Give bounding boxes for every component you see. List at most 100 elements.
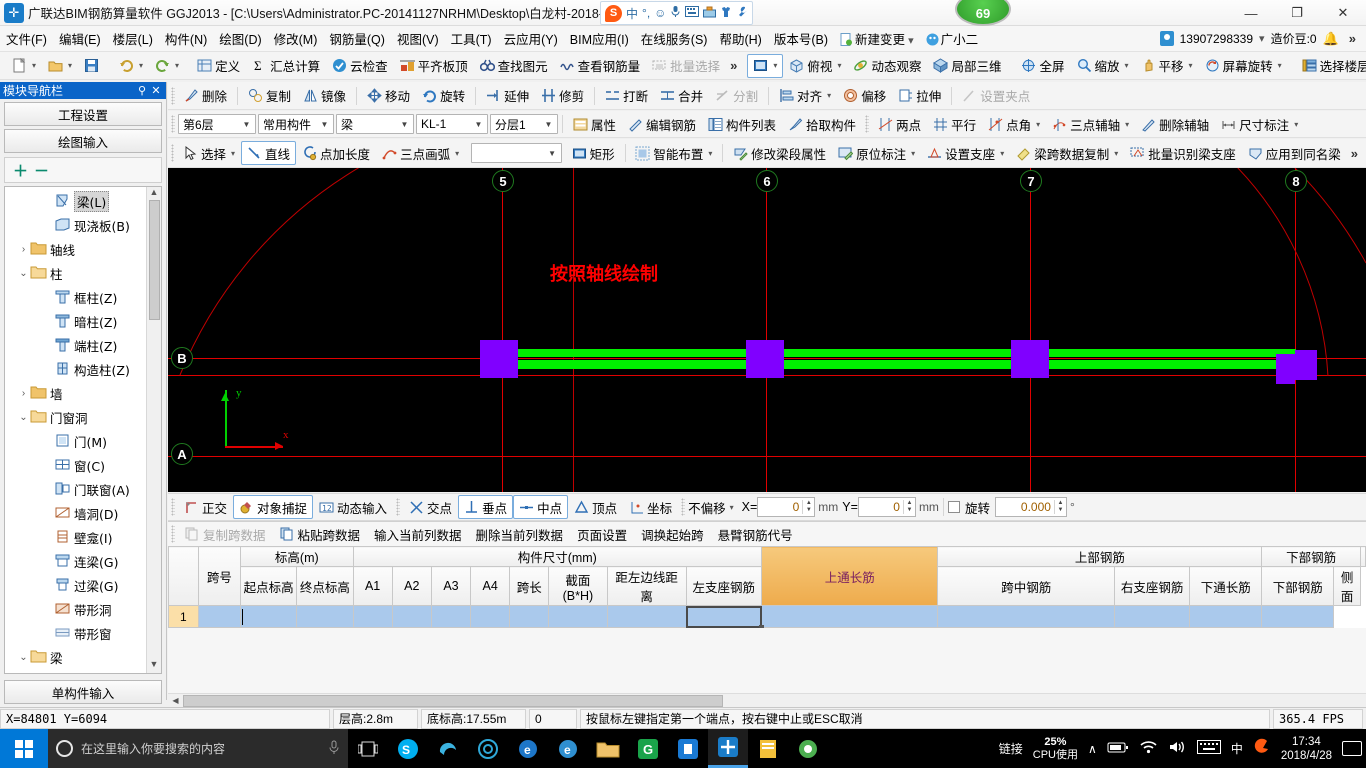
new-file-button[interactable]: ▾	[6, 54, 42, 78]
rectangle-tool-button[interactable]: 矩形	[566, 141, 621, 165]
selected-cell[interactable]	[685, 605, 765, 628]
component-group-combo[interactable]: 常用构件 ▼	[258, 114, 334, 134]
view-2d-chevron-down-icon[interactable]: ▾	[773, 61, 777, 70]
ortho-toggle[interactable]: 正交	[178, 495, 233, 519]
explorer-icon[interactable]	[588, 729, 628, 768]
point-angle-axis-button[interactable]: 点角 ▾	[982, 112, 1046, 136]
tray-expand-icon[interactable]: ∧	[1088, 742, 1097, 756]
table-cell[interactable]	[1113, 605, 1191, 628]
pick-component-button[interactable]: 拾取构件	[782, 112, 862, 136]
table-cell[interactable]	[240, 605, 298, 628]
grid-sub-header[interactable]: A4	[470, 566, 511, 606]
tree-item-11[interactable]: 窗(C)	[5, 453, 146, 477]
grid-tool-3[interactable]: 删除当前列数据	[469, 523, 571, 546]
new-change-button[interactable]: 新建变更 ▾	[834, 26, 920, 51]
dynamic-input-toggle[interactable]: 12 动态输入	[313, 495, 393, 519]
ie-blue-icon[interactable]: e	[508, 729, 548, 768]
tree-item-4[interactable]: 框柱(Z)	[5, 285, 146, 309]
axis-bubble-b[interactable]: B	[171, 347, 193, 369]
table-cell[interactable]	[296, 605, 354, 628]
line-tool-button[interactable]: 直线	[241, 141, 297, 165]
rotate-stepper[interactable]: ▲ ▼	[1053, 500, 1066, 514]
menu-item-draw[interactable]: 绘图(D)	[213, 26, 267, 51]
grid-sub-header[interactable]: 距左边线距离	[606, 566, 687, 606]
snap-midpoint-toggle[interactable]: 中点	[513, 495, 569, 519]
hscroll-thumb[interactable]	[183, 694, 723, 707]
edit-rebar-button[interactable]: 编辑钢筋	[622, 112, 702, 136]
select-tool-chevron-down-icon[interactable]: ▾	[231, 149, 235, 158]
x-offset-stepper[interactable]: ▲ ▼	[802, 500, 814, 514]
ggj-app-icon[interactable]	[708, 729, 748, 768]
bell-icon[interactable]: 🔔	[1323, 31, 1339, 47]
properties-button[interactable]: 属性	[567, 112, 622, 136]
account-phone[interactable]: 13907298339	[1180, 32, 1253, 46]
smart-layout-button[interactable]: 智能布置 ▾	[629, 141, 718, 165]
snap-coordinate-toggle[interactable]: 坐标	[623, 495, 678, 519]
set-grip-point-button[interactable]: 设置夹点	[956, 84, 1036, 108]
component-type-combo[interactable]: 梁 ▼	[336, 114, 414, 134]
snap-grip-3[interactable]	[681, 498, 686, 516]
grid-sub-header[interactable]: 跨长	[509, 566, 550, 606]
snap-vertex-toggle[interactable]: 顶点	[568, 495, 623, 519]
draw-extra-combo-chevron-down-icon[interactable]: ▼	[546, 149, 559, 158]
single-component-input-button[interactable]: 单构件输入	[4, 680, 162, 704]
point-angle-chevron-down-icon[interactable]: ▾	[1036, 120, 1040, 129]
in-situ-label-chevron-down-icon[interactable]: ▾	[911, 149, 915, 158]
scroll-down-icon[interactable]: ▼	[150, 659, 159, 673]
select-tool-button[interactable]: 选择 ▾	[177, 141, 241, 165]
grid-sub-header[interactable]: 跨中钢筋	[937, 566, 1115, 606]
layer-combo[interactable]: 分层1 ▼	[490, 114, 558, 134]
delete-axis-button[interactable]: 删除辅轴	[1135, 112, 1215, 136]
find-element-button[interactable]: 查找图元	[474, 54, 554, 78]
notification-center-icon[interactable]	[1342, 741, 1362, 756]
column-at-axis-7[interactable]	[1011, 340, 1049, 378]
trim-button[interactable]: 修剪	[535, 84, 590, 108]
beam-span-copy-button[interactable]: 梁跨数据复制 ▾	[1010, 141, 1124, 165]
grid-sub-header[interactable]: 终点标高	[296, 566, 354, 606]
dimension-chevron-down-icon[interactable]: ▾	[1294, 120, 1298, 129]
batch-select-button[interactable]: 批量选择	[646, 54, 726, 78]
tree-item-10[interactable]: 门(M)	[5, 429, 146, 453]
copy-button[interactable]: 复制	[242, 84, 297, 108]
ie-icon[interactable]: e	[548, 729, 588, 768]
microphone-icon[interactable]	[328, 740, 340, 758]
grid-group-header[interactable]: 下部钢筋	[1261, 546, 1361, 567]
ime-mode-icon[interactable]: 中	[626, 5, 638, 22]
grid-sub-header[interactable]: 起点标高	[240, 566, 298, 606]
top-view-chevron-down-icon[interactable]: ▾	[837, 61, 841, 70]
notepad-icon[interactable]	[748, 729, 788, 768]
tree-item-15[interactable]: 连梁(G)	[5, 549, 146, 573]
redo-button[interactable]: ▾	[149, 54, 185, 78]
grid-sub-header[interactable]: A2	[391, 566, 432, 606]
offset-mode-value[interactable]: 不偏移	[688, 498, 726, 517]
tree-item-18[interactable]: 带形窗	[5, 621, 146, 645]
top-view-button[interactable]: 俯视 ▾	[783, 54, 847, 78]
grid-tool-5[interactable]: 调换起始跨	[634, 523, 711, 546]
align-slab-top-button[interactable]: 平齐板顶	[394, 54, 474, 78]
smart-layout-chevron-down-icon[interactable]: ▾	[708, 149, 712, 158]
rotate-input[interactable]: 0.000 ▲ ▼	[994, 497, 1067, 517]
row-header-cell[interactable]: 1	[168, 605, 199, 628]
extend-button[interactable]: 延伸	[480, 84, 535, 108]
table-cell[interactable]	[197, 605, 242, 628]
chevron-right-icon[interactable]: ›	[17, 244, 30, 255]
delete-button[interactable]: 删除	[178, 84, 233, 108]
menu-item-bim-app[interactable]: BIM应用(I)	[564, 26, 635, 51]
axis-bubble-8[interactable]: 8	[1285, 170, 1307, 192]
component-type-combo-chevron-down-icon[interactable]: ▼	[398, 120, 411, 129]
grid-group-header[interactable]: 上通长筋	[761, 546, 939, 606]
battery-icon[interactable]	[1107, 741, 1129, 757]
grid-horizontal-scrollbar[interactable]: ◀	[168, 693, 1366, 707]
screen-rotate-button[interactable]: 屏幕旋转 ▾	[1199, 54, 1288, 78]
grid-sub-header[interactable]: 左支座钢筋	[685, 566, 763, 606]
beam-upper-line[interactable]	[500, 349, 1296, 357]
redo-chevron-down-icon[interactable]: ▾	[175, 61, 179, 70]
tree-item-13[interactable]: 墙洞(D)	[5, 501, 146, 525]
mirror-button[interactable]: 镜像	[297, 84, 352, 108]
task-view-icon[interactable]	[348, 729, 388, 768]
collapse-all-icon[interactable]: －	[34, 160, 49, 181]
column-at-axis-5[interactable]	[480, 340, 518, 378]
batch-recognize-support-button[interactable]: 批量识别梁支座	[1124, 141, 1242, 165]
pan-button[interactable]: 平移 ▾	[1135, 54, 1199, 78]
ime-keyboard-tray-icon[interactable]	[1196, 740, 1221, 757]
